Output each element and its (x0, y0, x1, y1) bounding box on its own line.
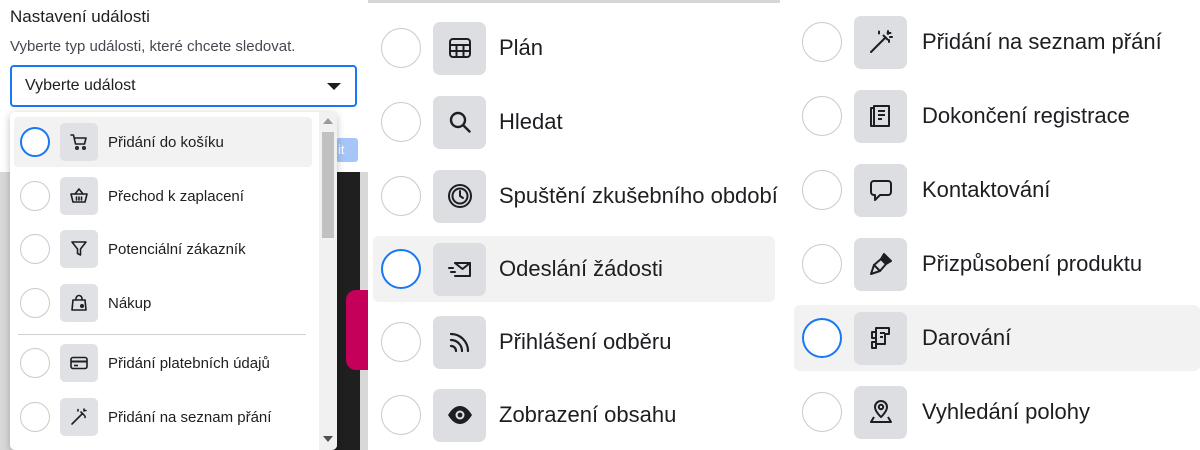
event-item-add-to-wishlist[interactable]: Přidání na seznam přání (794, 9, 1200, 75)
radio-button[interactable] (802, 22, 842, 62)
dropdown-item-payment-info[interactable]: Přidání platebních údajů (14, 338, 312, 388)
magic-wand-icon (60, 398, 98, 436)
radio-button[interactable] (802, 244, 842, 284)
radio-button[interactable] (802, 170, 842, 210)
dropdown-item-label: Potenciální zákazník (108, 240, 246, 258)
rss-icon (433, 315, 486, 369)
panel-subtitle: Vyberte typ události, které chcete sledo… (10, 38, 296, 55)
radio-button[interactable] (20, 181, 50, 211)
search-icon (433, 95, 486, 149)
event-item-schedule[interactable]: Plán (373, 15, 775, 81)
radio-button[interactable] (20, 234, 50, 264)
magic-wand-icon (854, 15, 907, 69)
eye-icon (433, 388, 486, 442)
dropdown-separator (18, 334, 306, 335)
basket-icon (60, 177, 98, 215)
dropdown-item-label: Přidání platebních údajů (108, 354, 270, 372)
clock-icon (433, 169, 486, 223)
radio-button[interactable] (802, 392, 842, 432)
event-dropdown-list: Přidání do košíku Přechod k zaplacení Po… (10, 112, 337, 450)
event-item-customize-product[interactable]: Přizpůsobení produktu (794, 231, 1200, 297)
scrollbar-thumb[interactable] (322, 132, 334, 238)
dropdown-scrollbar[interactable] (319, 112, 337, 450)
scroll-down-arrow-icon[interactable] (323, 436, 333, 442)
radio-button[interactable] (20, 402, 50, 432)
radio-button[interactable] (20, 348, 50, 378)
dropdown-item-label: Nákup (108, 294, 152, 312)
event-item-search[interactable]: Hledat (373, 89, 775, 155)
radio-button[interactable] (20, 288, 50, 318)
radio-button[interactable] (381, 28, 421, 68)
event-select[interactable]: Vyberte událost (10, 65, 357, 107)
paint-brush-icon (854, 237, 907, 291)
event-item-contact[interactable]: Kontaktování (794, 157, 1200, 223)
radio-button[interactable] (802, 96, 842, 136)
event-item-submit-application[interactable]: Odeslání žádosti (373, 236, 775, 302)
event-select-value: Vyberte událost (25, 77, 136, 94)
event-item-label: Odeslání žádosti (499, 256, 663, 281)
send-mail-icon (433, 242, 486, 296)
event-list-panel-2: Plán Hledat Spuštění zkušebního období O… (368, 0, 780, 450)
dropdown-item-lead[interactable]: Potenciální zákazník (14, 224, 312, 274)
event-item-donate[interactable]: Darování (794, 305, 1200, 371)
scroll-up-arrow-icon[interactable] (323, 118, 333, 124)
panel-divider (780, 0, 790, 450)
radio-button[interactable] (381, 249, 421, 289)
event-item-view-content[interactable]: Zobrazení obsahu (373, 382, 775, 448)
radio-button[interactable] (381, 102, 421, 142)
dropdown-item-wishlist[interactable]: Přidání na seznam přání (14, 392, 312, 442)
panel-title: Nastavení události (10, 7, 150, 26)
radio-button[interactable] (802, 318, 842, 358)
event-item-label: Vyhledání polohy (922, 399, 1090, 424)
event-list-panel-3: Přidání na seznam přání Dokončení regist… (790, 0, 1200, 450)
caret-down-icon (327, 83, 341, 90)
dropdown-item-checkout[interactable]: Přechod k zaplacení (14, 171, 312, 221)
shopping-bag-icon (60, 284, 98, 322)
event-item-label: Dokončení registrace (922, 103, 1130, 128)
event-setup-panel: Nastavení události Vyberte typ události,… (0, 0, 368, 450)
dropdown-item-label: Přidání na seznam přání (108, 408, 272, 426)
event-item-subscribe[interactable]: Přihlášení odběru (373, 309, 775, 375)
event-item-label: Přidání na seznam přání (922, 29, 1162, 54)
dropdown-item-add-to-cart[interactable]: Přidání do košíku (14, 117, 312, 167)
radio-button[interactable] (381, 176, 421, 216)
cart-icon (60, 123, 98, 161)
funnel-icon (60, 230, 98, 268)
event-item-label: Hledat (499, 109, 563, 134)
chat-bubble-icon (854, 163, 907, 217)
background-accent (346, 290, 368, 370)
radio-button[interactable] (20, 127, 50, 157)
registration-form-icon (854, 89, 907, 143)
dropdown-item-label: Přechod k zaplacení (108, 187, 244, 205)
confirm-button[interactable]: it (336, 138, 358, 162)
event-item-label: Spuštění zkušebního období (499, 183, 778, 208)
radio-button[interactable] (381, 322, 421, 362)
event-item-label: Darování (922, 325, 1012, 350)
event-item-complete-registration[interactable]: Dokončení registrace (794, 83, 1200, 149)
event-item-label: Přizpůsobení produktu (922, 251, 1143, 276)
event-item-label: Přihlášení odběru (499, 329, 672, 354)
location-pin-icon (854, 385, 907, 439)
event-item-start-trial[interactable]: Spuštění zkušebního období (373, 163, 778, 229)
dropdown-item-label: Přidání do košíku (108, 133, 224, 151)
donation-icon (854, 311, 907, 365)
event-item-label: Plán (499, 35, 544, 60)
calendar-grid-icon (433, 21, 486, 75)
credit-card-icon (60, 344, 98, 382)
event-item-find-location[interactable]: Vyhledání polohy (794, 379, 1200, 445)
event-item-label: Kontaktování (922, 177, 1051, 202)
radio-button[interactable] (381, 395, 421, 435)
event-item-label: Zobrazení obsahu (499, 402, 677, 427)
dropdown-item-purchase[interactable]: Nákup (14, 278, 312, 328)
